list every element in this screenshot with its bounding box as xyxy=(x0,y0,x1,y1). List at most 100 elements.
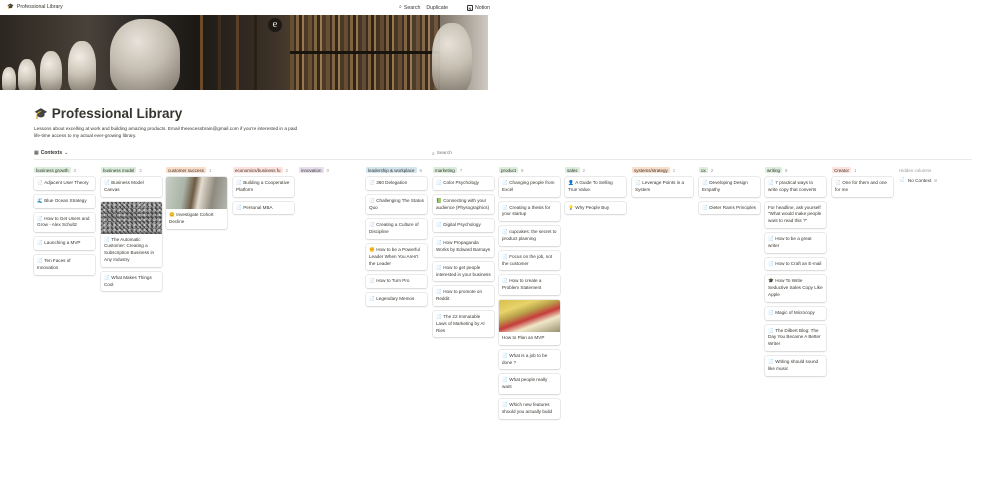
column-header[interactable]: business model 3 xyxy=(101,166,162,174)
card-title: Investigate Cohort Decline xyxy=(169,212,214,224)
board-card[interactable]: 📄 Ten Faces of Innovation xyxy=(34,254,95,275)
column-count: 7 xyxy=(459,167,463,173)
board-card[interactable]: 📄 How to be a great writer xyxy=(765,232,826,253)
card-title: Digital Psychology xyxy=(443,222,481,228)
board-card[interactable]: 📄 Color Psychology xyxy=(433,177,494,190)
column-count: 3 xyxy=(139,167,142,173)
board-card[interactable]: 📄 Writing should sound like music xyxy=(765,355,826,376)
board-card[interactable]: 📄 Challenging The Status Quo xyxy=(366,194,427,215)
board-card[interactable]: 📄 How to get people interested in your bu… xyxy=(433,261,494,282)
board-card[interactable]: 💡 Why People Buy xyxy=(565,201,626,215)
view-selector[interactable]: ▦ Contexts ⌄ xyxy=(34,150,68,156)
board-card[interactable]: 📄 Developing Design Empathy xyxy=(699,177,760,197)
page-icon: 📄 xyxy=(702,180,708,185)
board-card[interactable]: 📄 What is a job to be done ? xyxy=(499,349,560,370)
bust-statue-4 xyxy=(68,41,96,90)
column-header[interactable]: writing 8 xyxy=(765,166,826,174)
column-header[interactable]: ux 2 xyxy=(699,166,760,174)
card-title: How to get people interested in your bus… xyxy=(436,264,491,277)
board-card[interactable]: 📄 Creating a Culture of Discipline xyxy=(366,219,427,239)
board-card[interactable]: 📄 The 22 Immutable Laws of Marketing by A… xyxy=(433,310,494,338)
board-card[interactable]: 📗 Connecting with your audience (Physogra… xyxy=(433,194,494,215)
page-icon: 📄 xyxy=(502,204,508,210)
board-card[interactable]: 📄 The Dilbert Blog: The Day You Became A … xyxy=(765,324,826,351)
board-card[interactable]: 📄 Launching a MVP xyxy=(34,237,95,250)
notion-button[interactable]: N Notion xyxy=(466,4,490,11)
board-card[interactable]: 📄 Dieter Rams Principles xyxy=(699,201,760,215)
board-card[interactable]: 📄 How to Craft an E-mail xyxy=(765,257,826,271)
column-header[interactable]: leadership & workplace 6 xyxy=(366,166,427,174)
board-card[interactable]: 📄 Changing people from Excel xyxy=(499,177,560,197)
column-header[interactable]: marketing 7 xyxy=(433,166,494,174)
board-search-label: Search xyxy=(436,151,452,156)
board-column: leadership & workplace 6 📄 360 Delegation 📄 C… xyxy=(366,166,427,311)
board-card[interactable]: 📄 What Makes Things Cool xyxy=(101,271,162,292)
board-card[interactable]: 📄 Digital Psychology xyxy=(433,219,494,233)
duplicate-button[interactable]: Duplicate xyxy=(426,5,448,11)
board-card[interactable]: 📄 Focus on the job, not the customer xyxy=(499,250,560,271)
board-column: sales 2 👤 A Guide To Selling True Value. 💡 Wh… xyxy=(565,166,626,219)
board-card[interactable]: 🎓 How To Write Seductive Sales Copy Like … xyxy=(765,275,826,302)
board-card[interactable]: 📄 360 Delegation xyxy=(366,177,427,190)
card-title: Focus on the job, not the customer xyxy=(502,253,553,266)
board-card[interactable]: 📄 Creating a thesis for your startup xyxy=(499,201,560,222)
board-card[interactable]: 📄 Building a Cooperative Platform xyxy=(233,177,294,197)
page-icon: 📄 xyxy=(502,352,508,358)
page-icon: 📄 xyxy=(768,235,774,241)
board-card[interactable]: 👤 A Guide To Selling True Value. xyxy=(565,177,626,197)
board-card[interactable]: 📄 One for them and one for me xyxy=(832,177,893,197)
column-header[interactable]: product 9 xyxy=(499,166,560,174)
page-icon: 📄 xyxy=(768,309,774,315)
page-icon: 📄 xyxy=(899,177,905,182)
board-card[interactable]: ✊ How to be a Powerful Leader When You Ar… xyxy=(366,243,427,271)
board-card[interactable]: 📄 What people really want xyxy=(499,374,560,394)
column-header[interactable]: sales 2 xyxy=(565,166,626,174)
board-card[interactable]: 📄 How to promote on Reddit xyxy=(433,286,494,306)
card-title: Challenging The Status Quo xyxy=(369,197,424,210)
column-header[interactable]: business growth 3 xyxy=(34,166,95,174)
hidden-column-item[interactable]: 📄 No Context 8 xyxy=(899,177,969,183)
column-count: 2 xyxy=(710,167,714,173)
board-card[interactable]: 📄 Which new features should you actually … xyxy=(499,398,560,419)
board-card[interactable]: 📄 Personal MBA xyxy=(233,201,294,215)
wave-icon: 🌊 xyxy=(37,197,43,203)
board-card[interactable]: For headline, ask yourself "What would m… xyxy=(765,201,826,228)
board-card[interactable]: 📄 7 practical ways to write copy that con… xyxy=(765,177,826,197)
page-icon: 📄 xyxy=(436,313,442,319)
column-tag: systems/strategy xyxy=(632,167,670,173)
card-title: Dieter Rams Principles xyxy=(709,204,756,210)
board-search[interactable]: ⌕ Search xyxy=(432,151,452,157)
duplicate-label: Duplicate xyxy=(426,4,448,11)
board-card[interactable]: 📄 cupcakes: the secret to product plannin… xyxy=(499,226,560,246)
hidden-column-label: No Context xyxy=(907,177,932,183)
board-card[interactable]: 📄 How Propaganda Works by Edward Barnays xyxy=(433,237,494,257)
card-title: How to be a Powerful Leader When You Are… xyxy=(369,246,420,266)
card-title: Creating a Culture of Discipline xyxy=(369,222,419,235)
board-card[interactable]: 📄 Leverage Points in a System xyxy=(632,177,693,197)
view-label: Contexts xyxy=(40,150,63,156)
board-card[interactable]: 📄 How to Turn Pro xyxy=(366,275,427,289)
cover-emblem: e xyxy=(268,18,282,32)
breadcrumb[interactable]: 🎓 Professional Library xyxy=(7,4,63,10)
board-card[interactable]: 🌊 Blue Ocean Strategy xyxy=(34,194,95,208)
search-button[interactable]: ⌕ Search xyxy=(399,4,420,11)
board-card[interactable]: 📄 How to create a Problem Statement xyxy=(499,275,560,295)
board-card[interactable]: 😊 Investigate Cohort Decline xyxy=(166,177,227,229)
page-icon: 📄 xyxy=(104,274,110,280)
card-title: How to Turn Pro xyxy=(376,278,410,284)
column-header[interactable]: Creator 1 xyxy=(832,166,893,174)
board-card[interactable]: 📄 Business Model Canvas xyxy=(101,177,162,197)
board-card[interactable]: 📄 Magic of Microcopy xyxy=(765,306,826,320)
board-card[interactable]: 📄 Adjacent User Theory xyxy=(34,177,95,190)
column-header[interactable]: systems/strategy 1 xyxy=(632,166,693,174)
board-card[interactable]: 📄 The Automatic Customer: Creating a Subs… xyxy=(101,201,162,267)
column-header[interactable]: customer success 1 xyxy=(166,166,227,174)
column-header[interactable]: economics/business fu 2 xyxy=(233,166,294,174)
card-title: 7 practical ways to write copy that conv… xyxy=(768,180,817,192)
card-title: A Guide To Selling True Value. xyxy=(568,180,613,192)
column-header[interactable]: innovation 0 xyxy=(299,166,360,174)
board-card[interactable]: 📄 How to Get Users and Grow - Alex Schult… xyxy=(34,212,95,233)
page-icon: 📄 xyxy=(436,240,442,246)
board-card[interactable]: 📄 Legendary Memos xyxy=(366,293,427,306)
board-card[interactable]: How to Plan an MVP xyxy=(499,299,560,345)
